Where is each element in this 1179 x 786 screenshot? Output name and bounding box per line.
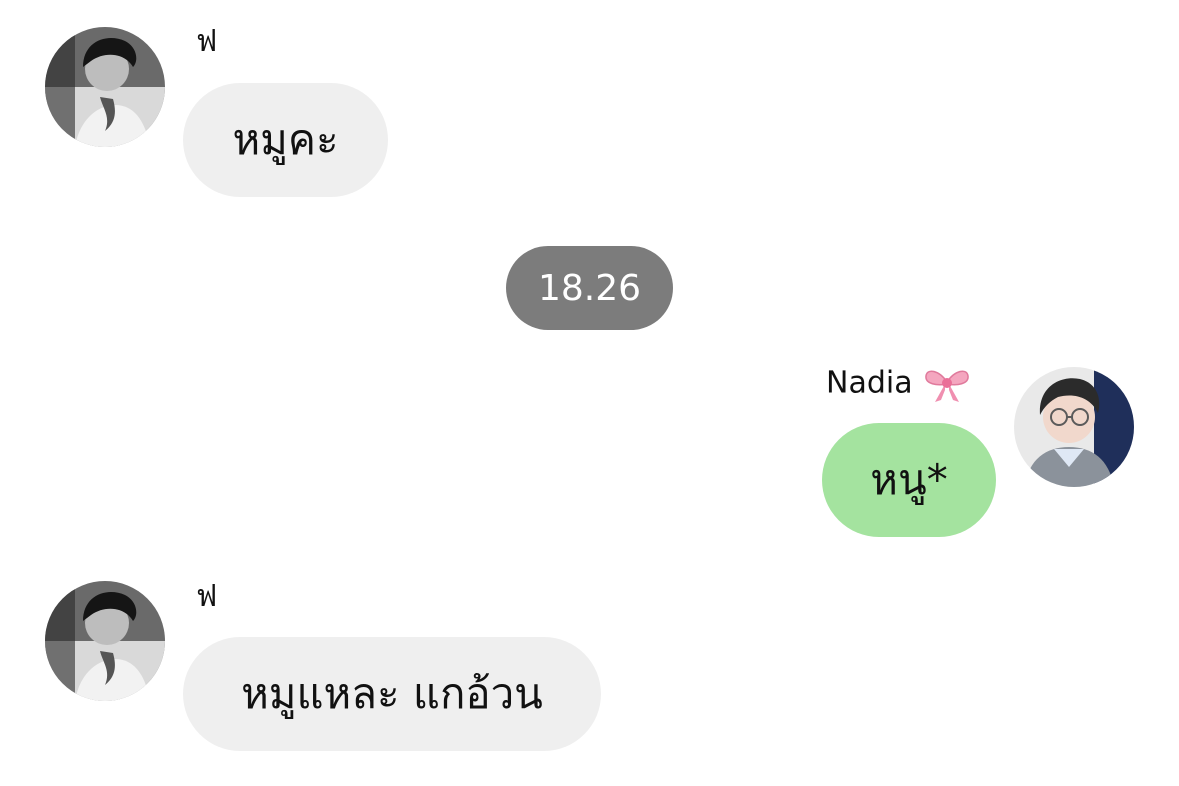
sender-avatar[interactable] <box>1014 367 1134 487</box>
sender-name: ฟ <box>196 24 218 59</box>
sender-name-text: Nadia <box>826 365 913 401</box>
timestamp-text: 18.26 <box>537 267 642 309</box>
sender-avatar[interactable] <box>45 27 165 147</box>
message-text: หมูคะ <box>232 115 339 164</box>
sender-name: Nadia <box>826 364 971 404</box>
message-text: หนู* <box>870 455 948 504</box>
timestamp-pill: 18.26 <box>506 246 673 330</box>
message-bubble[interactable]: หมูคะ <box>183 83 388 197</box>
message-text: หมูแหละ แกอ้วน <box>241 669 543 718</box>
sender-avatar[interactable] <box>45 581 165 701</box>
sender-name: ฟ <box>196 579 218 614</box>
message-bubble[interactable]: หนู* <box>822 423 996 537</box>
ribbon-bow-icon <box>923 364 971 404</box>
message-bubble[interactable]: หมูแหละ แกอ้วน <box>183 637 601 751</box>
